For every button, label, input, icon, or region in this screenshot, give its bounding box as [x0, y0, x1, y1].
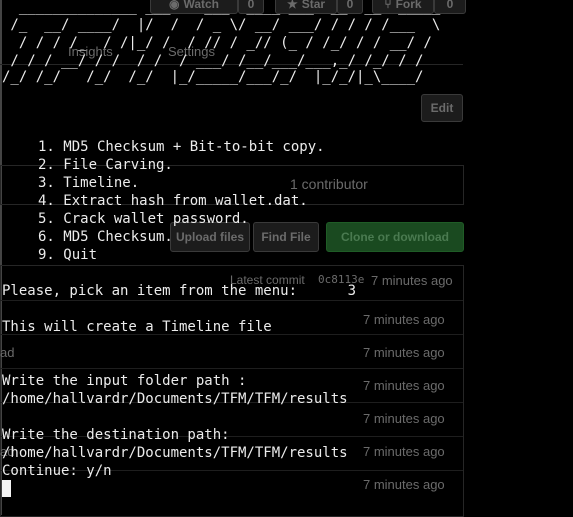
menu-item: 2. File Carving.	[38, 157, 173, 173]
menu-item: 4. Extract hash from wallet.dat.	[38, 193, 308, 209]
input-path-value: /home/hallvardr/Documents/TFM/TFM/result…	[2, 391, 348, 407]
terminal-window[interactable]: ______________ ___ ___ ____ ___ __ __ __…	[0, 0, 573, 515]
menu-prompt: Please, pick an item from the menu: 3	[2, 283, 357, 299]
dest-path-value: /home/hallvardr/Documents/TFM/TFM/result…	[2, 445, 348, 461]
banner-line: / / / /_ / /|_/ / / // / _// (_ / /_/ / …	[2, 35, 432, 51]
menu-item: 3. Timeline.	[38, 175, 140, 191]
dest-path-label: Write the destination path:	[2, 427, 230, 443]
text-cursor[interactable]	[2, 480, 11, 497]
menu-item: 5. Crack wallet password.	[38, 211, 249, 227]
menu-item: 9. Quit	[38, 247, 98, 263]
menu-item: 6. MD5 Checksum.	[38, 229, 173, 245]
banner-line: /_/ /_/ /_/ /_/ |_/_____/___/_/ |_/_/|_\…	[2, 69, 424, 85]
continue-prompt: Continue: y/n	[2, 463, 112, 479]
input-path-label: Write the input folder path :	[2, 373, 247, 389]
info-message: This will create a Timeline file	[2, 319, 272, 335]
menu-item: 1. MD5 Checksum + Bit-to-bit copy.	[38, 139, 325, 155]
banner-line: /_ __/ ____/ |/ / / _ \/ __/ ___/ / / / …	[2, 17, 441, 33]
banner-line: ______________ ___ ___ ____ ___ __ __ __…	[2, 0, 441, 15]
